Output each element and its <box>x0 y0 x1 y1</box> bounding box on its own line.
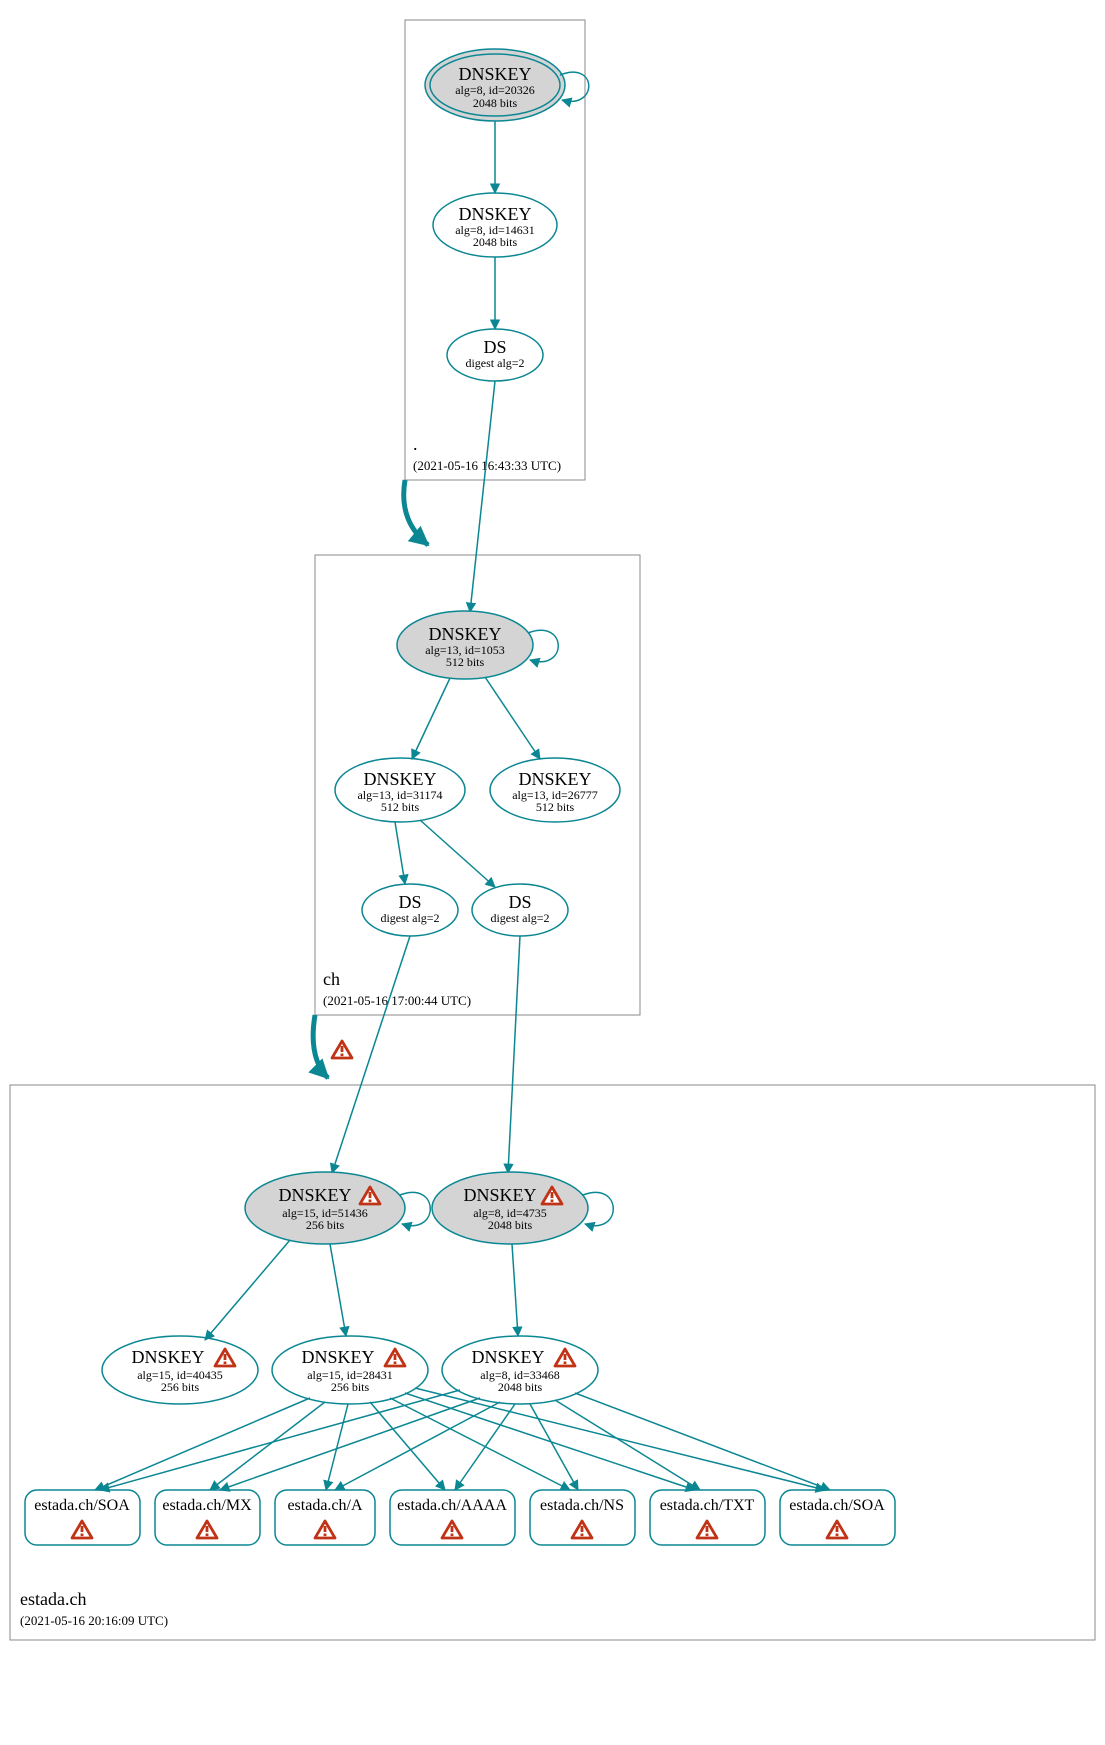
node-ch-ksk: DNSKEY alg=13, id=1053 512 bits <box>397 611 533 679</box>
svg-text:DNSKEY: DNSKEY <box>363 769 436 789</box>
rrset-soa: estada.ch/SOA <box>25 1490 140 1545</box>
svg-text:512 bits: 512 bits <box>381 800 420 814</box>
svg-text:estada.ch/TXT: estada.ch/TXT <box>660 1497 755 1514</box>
edge-ch-ksk-to-zsk2 <box>485 677 540 759</box>
svg-text:DNSKEY: DNSKEY <box>463 1185 536 1205</box>
edge-zone-root-to-ch <box>404 480 428 545</box>
zone-ch-name: ch <box>323 969 340 989</box>
svg-text:estada.ch/MX: estada.ch/MX <box>162 1497 252 1514</box>
edge-zsk2-r1 <box>95 1398 310 1490</box>
edge-est-ksk2-to-zsk3 <box>512 1244 518 1336</box>
zone-ch-ts: (2021-05-16 17:00:44 UTC) <box>323 993 471 1008</box>
svg-text:2048 bits: 2048 bits <box>473 96 518 110</box>
edge-zsk3-r7 <box>575 1393 830 1490</box>
node-est-ksk1: DNSKEY alg=15, id=51436 256 bits <box>245 1172 405 1244</box>
edge-est-ksk1-to-zsk1 <box>205 1240 290 1340</box>
edge-ch-ksk-to-zsk1 <box>412 678 450 759</box>
edge-zsk3-r3 <box>335 1402 500 1490</box>
svg-text:DS: DS <box>398 892 421 912</box>
svg-text:digest alg=2: digest alg=2 <box>465 356 524 370</box>
svg-text:DS: DS <box>483 337 506 357</box>
svg-text:512 bits: 512 bits <box>536 800 575 814</box>
node-est-zsk2: DNSKEY alg=15, id=28431 256 bits <box>272 1336 428 1404</box>
svg-text:DNSKEY: DNSKEY <box>471 1347 544 1367</box>
node-ch-ds2: DS digest alg=2 <box>472 884 568 936</box>
svg-text:DNSKEY: DNSKEY <box>278 1185 351 1205</box>
edge-zsk3-r1 <box>100 1390 460 1490</box>
zone-estada-name: estada.ch <box>20 1589 86 1609</box>
svg-text:estada.ch/NS: estada.ch/NS <box>540 1497 624 1514</box>
svg-text:estada.ch/SOA: estada.ch/SOA <box>34 1497 130 1514</box>
node-root-zsk: DNSKEY alg=8, id=14631 2048 bits <box>433 193 557 257</box>
node-ch-zsk2: DNSKEY alg=13, id=26777 512 bits <box>490 758 620 822</box>
edge-ch-ds2-to-est-ksk2 <box>508 936 520 1173</box>
warning-icon <box>332 1041 352 1058</box>
edge-zsk2-r3 <box>326 1404 348 1490</box>
node-est-zsk1: DNSKEY alg=15, id=40435 256 bits <box>102 1336 258 1404</box>
rrset-ns: estada.ch/NS <box>530 1490 635 1545</box>
edge-zsk2-r4 <box>370 1402 445 1490</box>
svg-text:DNSKEY: DNSKEY <box>131 1347 204 1367</box>
node-root-ds: DS digest alg=2 <box>447 329 543 381</box>
edge-zsk2-r5 <box>390 1398 570 1490</box>
svg-text:DNSKEY: DNSKEY <box>458 64 531 84</box>
edge-zone-ch-to-estada <box>313 1015 328 1078</box>
node-est-zsk3: DNSKEY alg=8, id=33468 2048 bits <box>442 1336 598 1404</box>
svg-text:256 bits: 256 bits <box>161 1380 200 1394</box>
svg-text:2048 bits: 2048 bits <box>473 235 518 249</box>
edge-zsk2-r7 <box>415 1388 825 1490</box>
edge-zsk3-r5 <box>530 1404 578 1490</box>
svg-text:digest alg=2: digest alg=2 <box>380 911 439 925</box>
edge-ch-zsk1-to-ds1 <box>395 822 405 884</box>
svg-text:512 bits: 512 bits <box>446 655 485 669</box>
edge-zsk2-r6 <box>405 1393 695 1490</box>
rrset-mx: estada.ch/MX <box>155 1490 260 1545</box>
edge-zsk3-r4 <box>455 1404 515 1490</box>
svg-text:digest alg=2: digest alg=2 <box>490 911 549 925</box>
edge-zsk2-r2 <box>210 1402 325 1490</box>
node-est-ksk2: DNSKEY alg=8, id=4735 2048 bits <box>432 1172 588 1244</box>
svg-text:DNSKEY: DNSKEY <box>518 769 591 789</box>
zone-root-name: . <box>413 434 418 454</box>
svg-text:alg=8, id=20326: alg=8, id=20326 <box>455 83 535 97</box>
rrset-a: estada.ch/A <box>275 1490 375 1545</box>
zone-estada-ts: (2021-05-16 20:16:09 UTC) <box>20 1613 168 1628</box>
node-ch-zsk1: DNSKEY alg=13, id=31174 512 bits <box>335 758 465 822</box>
rrset-aaaa: estada.ch/AAAA <box>390 1490 515 1545</box>
svg-text:2048 bits: 2048 bits <box>488 1218 533 1232</box>
edge-ch-zsk1-to-ds2 <box>420 820 495 887</box>
edge-root-ds-to-ch-ksk <box>470 381 495 612</box>
rrset-soa2: estada.ch/SOA <box>780 1490 895 1545</box>
svg-text:DNSKEY: DNSKEY <box>458 204 531 224</box>
rrset-txt: estada.ch/TXT <box>650 1490 765 1545</box>
svg-text:256 bits: 256 bits <box>306 1218 345 1232</box>
svg-text:estada.ch/SOA: estada.ch/SOA <box>789 1497 885 1514</box>
svg-text:DS: DS <box>508 892 531 912</box>
svg-text:2048 bits: 2048 bits <box>498 1380 543 1394</box>
svg-text:estada.ch/AAAA: estada.ch/AAAA <box>397 1497 507 1514</box>
edge-est-ksk1-to-zsk2 <box>330 1244 346 1336</box>
svg-text:256 bits: 256 bits <box>331 1380 370 1394</box>
node-ch-ds1: DS digest alg=2 <box>362 884 458 936</box>
edge-zsk3-r2 <box>220 1398 480 1490</box>
svg-text:estada.ch/A: estada.ch/A <box>287 1497 363 1514</box>
node-root-ksk: DNSKEY alg=8, id=20326 2048 bits <box>425 49 565 121</box>
svg-text:DNSKEY: DNSKEY <box>428 624 501 644</box>
svg-text:DNSKEY: DNSKEY <box>301 1347 374 1367</box>
